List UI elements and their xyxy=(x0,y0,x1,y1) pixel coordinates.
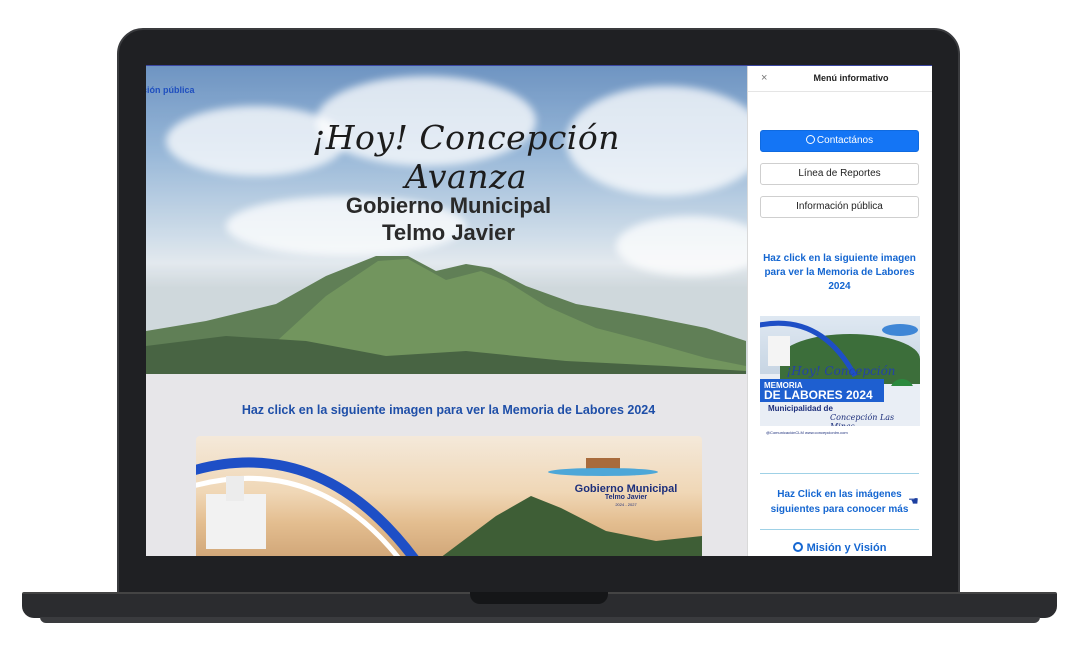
hero-title: Gobierno Municipal Telmo Javier xyxy=(296,192,601,246)
card-municipality: Municipalidad de xyxy=(768,404,833,413)
info-sidebar: × Menú informativo Contactános Línea de … xyxy=(747,66,932,556)
card-labores: DE LABORES 2024 xyxy=(760,389,884,402)
memoria-banner-image[interactable]: Gobierno Municipal Telmo Javier 2024 - 2… xyxy=(196,436,702,556)
sidebar-memoria-text: Haz click en la siguiente imagen para ve… xyxy=(763,253,916,292)
screen: ción pública ¡Hoy! Concepción Avanza Gob… xyxy=(146,65,932,556)
contact-button-label: Contactános xyxy=(816,135,874,146)
public-info-button[interactable]: Información pública xyxy=(760,196,919,218)
memoria-thumbnail[interactable]: ¡Hoy! Concepción Avanza MEMORIA DE LABOR… xyxy=(760,316,920,438)
reports-button[interactable]: Línea de Reportes xyxy=(760,163,919,185)
sidebar-title: Menú informativo xyxy=(813,73,889,83)
laptop-notch xyxy=(470,592,608,604)
hero-title-line1: Gobierno Municipal xyxy=(345,193,552,218)
sidebar-header: × Menú informativo xyxy=(748,66,932,92)
hero-title-line2: Telmo Javier xyxy=(382,220,515,245)
hand-pointer-icon: ☚ xyxy=(908,494,919,508)
know-more-text: Haz Click en las imágenes siguientes par… xyxy=(770,489,909,515)
stage: ción pública ¡Hoy! Concepción Avanza Gob… xyxy=(0,0,1080,663)
promo-years: 2024 - 2027 xyxy=(615,502,637,507)
laptop-base-shadow xyxy=(40,617,1040,623)
whatsapp-icon xyxy=(805,135,815,144)
close-icon[interactable]: × xyxy=(761,72,767,84)
contact-button[interactable]: Contactános xyxy=(760,130,919,152)
hero-script-title: ¡Hoy! Concepción Avanza xyxy=(312,118,620,196)
nav-link-public-info[interactable]: ción pública xyxy=(146,85,195,95)
memoria-heading: Haz click en la siguiente imagen para ve… xyxy=(241,403,656,417)
mission-vision-label: Misión y Visión xyxy=(806,542,887,554)
mission-vision-link[interactable]: Misión y Visión xyxy=(758,542,921,554)
card-footer: @ComunicaciónCLM www.concepcionlm.com xyxy=(760,426,920,438)
divider xyxy=(760,529,919,530)
target-icon xyxy=(792,542,803,552)
divider xyxy=(760,473,919,474)
promo-subtitle: Telmo Javier xyxy=(604,494,648,501)
